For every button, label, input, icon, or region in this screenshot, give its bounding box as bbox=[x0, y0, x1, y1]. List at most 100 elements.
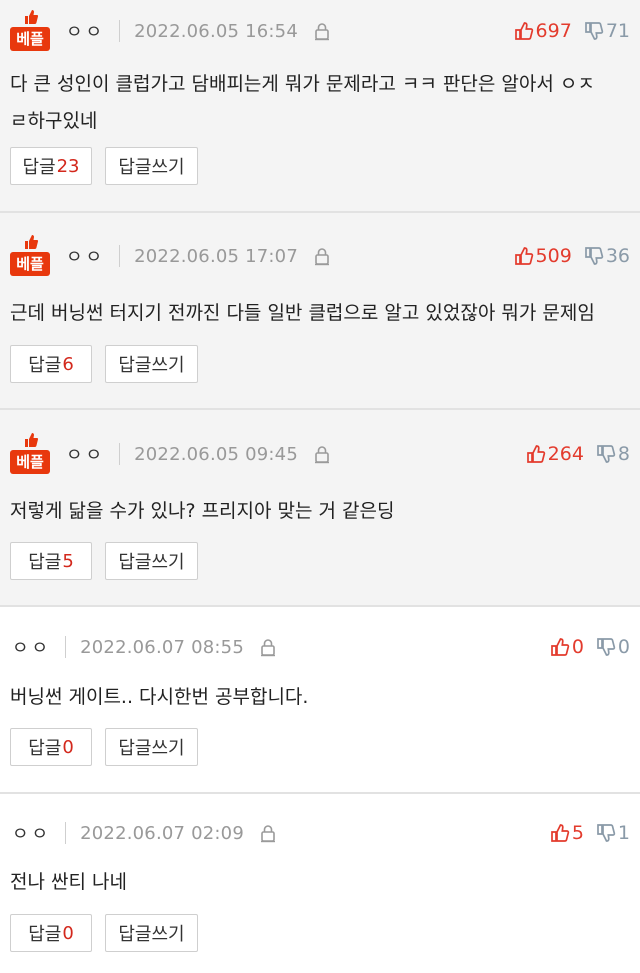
reply-toggle-button[interactable]: 답글 6 bbox=[10, 345, 92, 383]
upvote-count: 0 bbox=[571, 636, 584, 658]
nickname[interactable]: ㅇㅇ bbox=[12, 820, 51, 846]
thumbs-down-icon bbox=[597, 824, 616, 842]
divider bbox=[119, 20, 121, 42]
reply-label: 답글 bbox=[28, 738, 62, 759]
comment-header: ㅇㅇ 2022.06.07 02:09 5 1 bbox=[10, 813, 630, 853]
nickname[interactable]: ㅇㅇ bbox=[66, 243, 105, 269]
reply-toggle-button[interactable]: 답글 0 bbox=[10, 728, 92, 766]
comment-item: ㅇㅇ 2022.06.07 02:09 5 1 전나 싼티 나네 답글 0 답글… bbox=[0, 794, 640, 973]
comment-line: 근데 버닝썬 터지기 전까진 다들 일반 클럽으로 알고 있었잖아 뭐가 문제임 bbox=[10, 302, 595, 324]
upvote-button[interactable]: 5 bbox=[550, 822, 584, 844]
comment-item: ㅇㅇ 2022.06.07 08:55 0 0 버닝썬 게이트.. 다시한번 공… bbox=[0, 607, 640, 794]
comment-actions: 답글 6 답글쓰기 bbox=[10, 345, 211, 383]
lock-icon[interactable] bbox=[258, 823, 278, 843]
reply-toggle-button[interactable]: 답글 23 bbox=[10, 147, 92, 185]
comment-header: ㅇㅇ 2022.06.07 08:55 0 0 bbox=[10, 627, 630, 667]
comment-header: 베플 ㅇㅇ 2022.06.05 09:45 264 8 bbox=[10, 433, 630, 474]
upvote-count: 697 bbox=[535, 20, 572, 42]
comment-line: 다 큰 성인이 클럽가고 담배피는게 뭐가 문제라고 ㅋㅋ 판단은 알아서 ㅇㅈ bbox=[10, 73, 595, 95]
comment-line: ㄹ하구있네 bbox=[10, 110, 98, 132]
vote-group: 697 71 bbox=[514, 20, 630, 42]
timestamp: 2022.06.05 17:07 bbox=[134, 245, 298, 267]
downvote-count: 8 bbox=[617, 443, 630, 465]
downvote-button[interactable]: 1 bbox=[596, 822, 630, 844]
nickname[interactable]: ㅇㅇ bbox=[12, 634, 51, 660]
best-badge-label: 베플 bbox=[10, 27, 50, 51]
thumbs-up-icon bbox=[550, 638, 570, 656]
thumbs-up-icon bbox=[514, 247, 533, 265]
comment-header: 베플 ㅇㅇ 2022.06.05 16:54 697 71 bbox=[10, 10, 630, 51]
reply-count: 5 bbox=[62, 550, 74, 572]
thumbs-up-icon bbox=[550, 824, 570, 842]
reply-label: 답글 bbox=[28, 552, 62, 573]
nickname[interactable]: ㅇㅇ bbox=[66, 441, 105, 467]
timestamp: 2022.06.07 08:55 bbox=[80, 636, 244, 658]
comment-body: 저렇게 닮을 수가 있나? 프리지아 맞는 거 같은딩 bbox=[10, 493, 626, 530]
comment-actions: 답글 0 답글쓰기 bbox=[10, 728, 211, 766]
lock-icon[interactable] bbox=[312, 246, 332, 266]
thumbs-down-icon bbox=[597, 445, 616, 463]
vote-group: 264 8 bbox=[526, 443, 630, 465]
comment-body: 근데 버닝썬 터지기 전까진 다들 일반 클럽으로 알고 있었잖아 뭐가 문제임 bbox=[10, 295, 626, 332]
reply-toggle-button[interactable]: 답글 5 bbox=[10, 542, 92, 580]
thumbs-down-icon bbox=[597, 638, 616, 656]
lock-icon[interactable] bbox=[258, 637, 278, 657]
write-reply-button[interactable]: 답글쓰기 bbox=[105, 345, 198, 383]
write-reply-button[interactable]: 답글쓰기 bbox=[105, 542, 198, 580]
thumbs-up-icon bbox=[25, 433, 39, 447]
thumbs-up-icon bbox=[514, 22, 533, 40]
divider bbox=[119, 245, 121, 267]
upvote-count: 509 bbox=[535, 245, 572, 267]
thumbs-up-icon bbox=[25, 235, 39, 249]
thumbs-down-icon bbox=[584, 247, 604, 265]
divider bbox=[119, 443, 121, 465]
thumbs-up-icon bbox=[25, 10, 39, 24]
vote-group: 5 1 bbox=[550, 822, 630, 844]
vote-group: 509 36 bbox=[514, 245, 630, 267]
nickname[interactable]: ㅇㅇ bbox=[66, 18, 105, 44]
downvote-button[interactable]: 0 bbox=[596, 636, 630, 658]
best-badge: 베플 bbox=[10, 433, 50, 474]
best-badge-label: 베플 bbox=[10, 252, 50, 276]
downvote-count: 36 bbox=[605, 245, 630, 267]
vote-group: 0 0 bbox=[550, 636, 630, 658]
downvote-count: 1 bbox=[617, 822, 630, 844]
comment-line: 버닝썬 게이트.. 다시한번 공부합니다. bbox=[10, 686, 309, 708]
comment-actions: 답글 5 답글쓰기 bbox=[10, 542, 211, 580]
comment-line: 저렇게 닮을 수가 있나? 프리지아 맞는 거 같은딩 bbox=[10, 500, 395, 522]
reply-label: 답글 bbox=[22, 157, 56, 178]
comment-header: 베플 ㅇㅇ 2022.06.05 17:07 509 36 bbox=[10, 235, 630, 276]
thumbs-up-icon bbox=[526, 445, 545, 463]
write-reply-button[interactable]: 답글쓰기 bbox=[105, 147, 198, 185]
comment-body: 다 큰 성인이 클럽가고 담배피는게 뭐가 문제라고 ㅋㅋ 판단은 알아서 ㅇㅈ… bbox=[10, 66, 626, 140]
comment-list: 베플 ㅇㅇ 2022.06.05 16:54 697 71 다 큰 성인이 클럽… bbox=[0, 0, 640, 973]
divider bbox=[65, 636, 67, 658]
timestamp: 2022.06.07 02:09 bbox=[80, 822, 244, 844]
reply-label: 답글 bbox=[28, 355, 62, 376]
upvote-button[interactable]: 0 bbox=[550, 636, 584, 658]
timestamp: 2022.06.05 16:54 bbox=[134, 20, 298, 42]
downvote-button[interactable]: 36 bbox=[584, 245, 630, 267]
upvote-button[interactable]: 264 bbox=[526, 443, 584, 465]
write-reply-button[interactable]: 답글쓰기 bbox=[105, 914, 198, 952]
downvote-count: 0 bbox=[617, 636, 630, 658]
reply-count: 23 bbox=[56, 155, 80, 177]
reply-toggle-button[interactable]: 답글 0 bbox=[10, 914, 92, 952]
divider bbox=[65, 822, 67, 844]
lock-icon[interactable] bbox=[312, 444, 332, 464]
write-reply-button[interactable]: 답글쓰기 bbox=[105, 728, 198, 766]
reply-count: 6 bbox=[62, 353, 74, 375]
downvote-count: 71 bbox=[605, 20, 630, 42]
upvote-count: 264 bbox=[547, 443, 584, 465]
reply-label: 답글 bbox=[28, 924, 62, 945]
comment-item: 베플 ㅇㅇ 2022.06.05 17:07 509 36 근데 버닝썬 터지기… bbox=[0, 213, 640, 410]
comment-line: 전나 싼티 나네 bbox=[10, 871, 127, 893]
thumbs-down-icon bbox=[584, 22, 604, 40]
lock-icon[interactable] bbox=[312, 21, 332, 41]
downvote-button[interactable]: 71 bbox=[584, 20, 630, 42]
timestamp: 2022.06.05 09:45 bbox=[134, 443, 298, 465]
comment-actions: 답글 0 답글쓰기 bbox=[10, 914, 211, 952]
downvote-button[interactable]: 8 bbox=[596, 443, 630, 465]
upvote-button[interactable]: 509 bbox=[514, 245, 572, 267]
upvote-button[interactable]: 697 bbox=[514, 20, 572, 42]
